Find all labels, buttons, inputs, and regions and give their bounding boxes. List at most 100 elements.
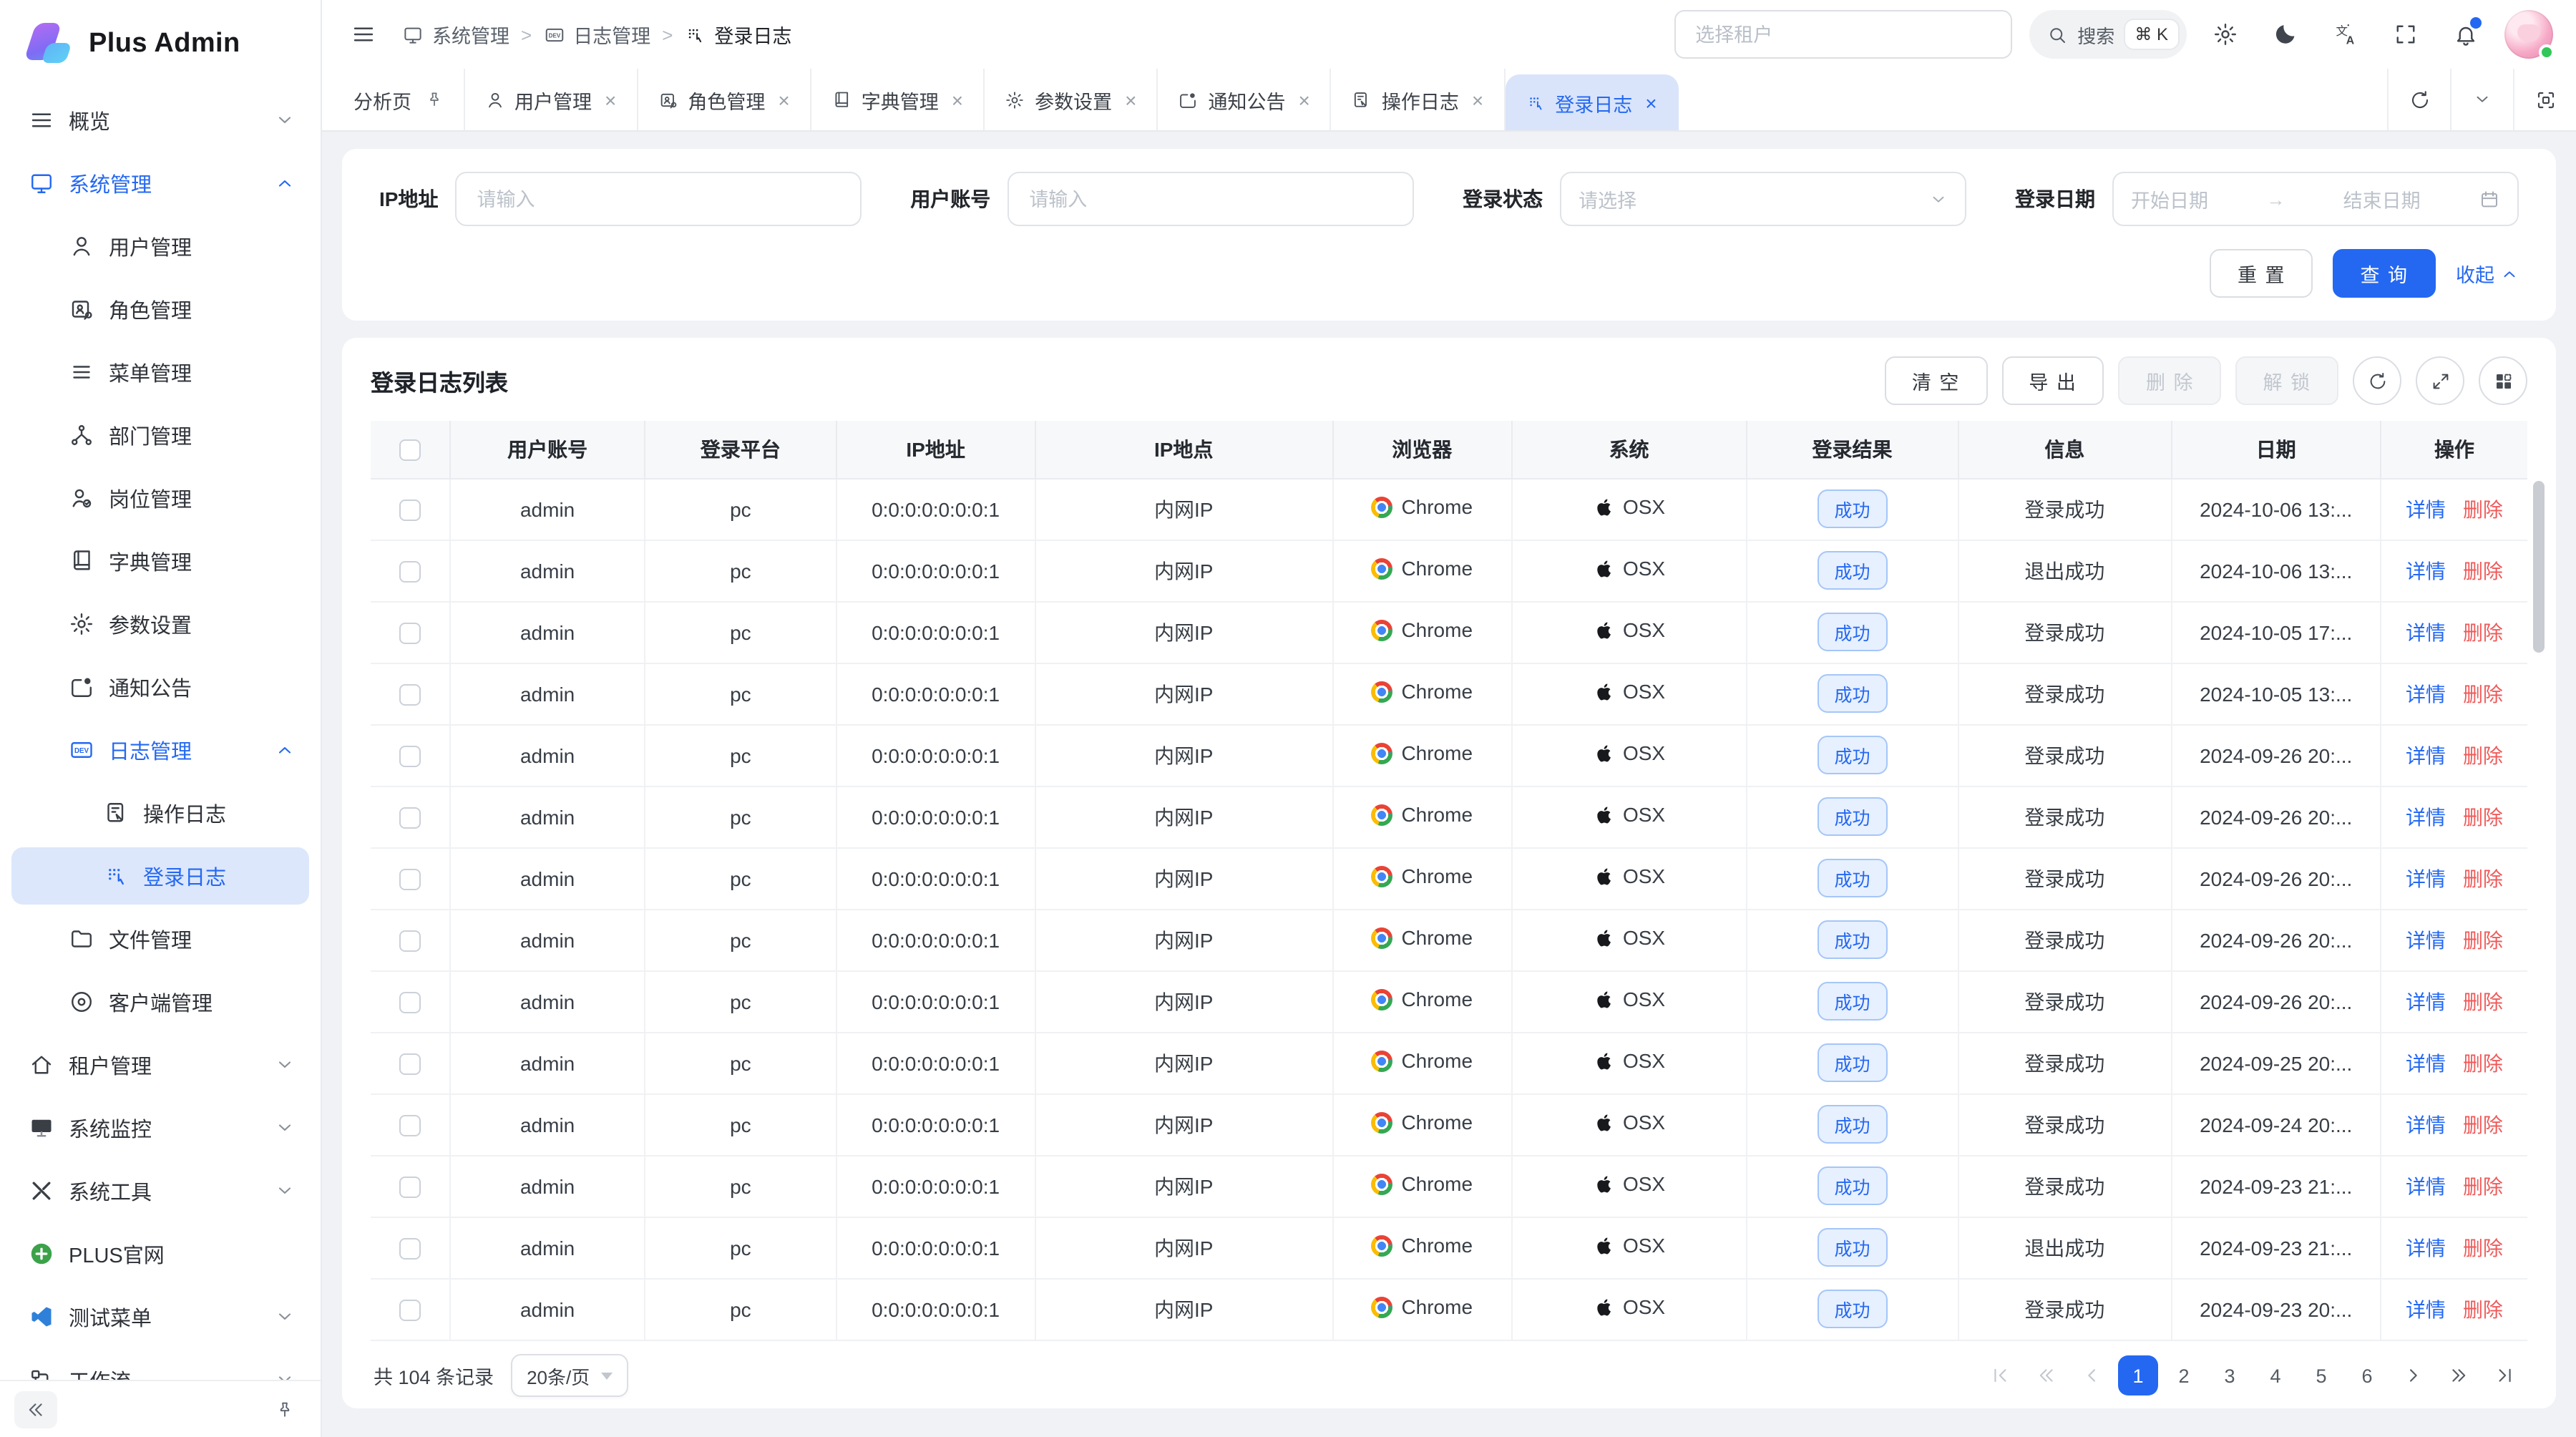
date-range-picker[interactable]: 开始日期 → 结束日期 xyxy=(2112,172,2519,226)
table-scrollbar[interactable] xyxy=(2533,481,2545,653)
delete-link[interactable]: 删除 xyxy=(2463,1297,2503,1320)
tab-menu-button[interactable] xyxy=(2450,69,2513,130)
sidebar-item-租户管理[interactable]: 租户管理 xyxy=(11,1036,309,1093)
row-checkbox[interactable] xyxy=(399,992,421,1013)
clear-button[interactable]: 清 空 xyxy=(1885,356,1988,405)
page-button-4[interactable]: 4 xyxy=(2255,1356,2296,1396)
row-checkbox[interactable] xyxy=(399,561,421,583)
delete-link[interactable]: 删除 xyxy=(2463,990,2503,1013)
row-checkbox[interactable] xyxy=(399,1053,421,1075)
detail-link[interactable]: 详情 xyxy=(2406,1236,2446,1259)
delete-link[interactable]: 删除 xyxy=(2463,620,2503,643)
row-checkbox[interactable] xyxy=(399,1238,421,1260)
detail-link[interactable]: 详情 xyxy=(2406,805,2446,828)
collapse-filters-link[interactable]: 收起 xyxy=(2456,259,2519,288)
sidebar-item-系统工具[interactable]: 系统工具 xyxy=(11,1162,309,1219)
tab-操作日志[interactable]: 操作日志× xyxy=(1332,69,1505,130)
sidebar-item-客户端管理[interactable]: 客户端管理 xyxy=(11,973,309,1031)
page-button-2[interactable]: 2 xyxy=(2164,1356,2204,1396)
jump-back-button[interactable] xyxy=(2026,1356,2067,1396)
jump-forward-button[interactable] xyxy=(2439,1356,2479,1396)
select-all-checkbox[interactable] xyxy=(399,439,421,461)
row-checkbox[interactable] xyxy=(399,1300,421,1321)
sidebar-item-系统监控[interactable]: 系统监控 xyxy=(11,1099,309,1156)
delete-link[interactable]: 删除 xyxy=(2463,1051,2503,1074)
detail-link[interactable]: 详情 xyxy=(2406,682,2446,705)
menu-toggle-button[interactable] xyxy=(342,13,385,56)
delete-link[interactable]: 删除 xyxy=(2463,805,2503,828)
user-avatar[interactable] xyxy=(2504,10,2553,59)
next-page-button[interactable] xyxy=(2393,1356,2433,1396)
sidebar-item-菜单管理[interactable]: 菜单管理 xyxy=(11,344,309,401)
tab-用户管理[interactable]: 用户管理× xyxy=(464,69,638,130)
tenant-select-input[interactable] xyxy=(1692,22,1993,47)
first-page-button[interactable] xyxy=(1981,1356,2021,1396)
sidebar-item-部门管理[interactable]: 部门管理 xyxy=(11,406,309,464)
reset-button[interactable]: 重 置 xyxy=(2210,249,2313,298)
unlock-button[interactable]: 解 锁 xyxy=(2235,356,2338,405)
app-logo[interactable]: Plus Admin xyxy=(0,0,321,89)
delete-link[interactable]: 删除 xyxy=(2463,682,2503,705)
fullscreen-button[interactable] xyxy=(2384,13,2427,56)
delete-link[interactable]: 删除 xyxy=(2463,559,2503,582)
tab-角色管理[interactable]: 角色管理× xyxy=(638,69,811,130)
breadcrumb-item-日志管理[interactable]: DEV日志管理 xyxy=(543,20,650,49)
table-refresh-button[interactable] xyxy=(2353,356,2401,405)
detail-link[interactable]: 详情 xyxy=(2406,990,2446,1013)
close-icon[interactable]: × xyxy=(952,89,963,109)
row-checkbox[interactable] xyxy=(399,807,421,829)
delete-link[interactable]: 删除 xyxy=(2463,744,2503,766)
global-search-button[interactable]: 搜索 ⌘ K xyxy=(2029,10,2187,59)
settings-button[interactable] xyxy=(2204,13,2247,56)
delete-link[interactable]: 删除 xyxy=(2463,928,2503,951)
row-checkbox[interactable] xyxy=(399,1115,421,1136)
breadcrumb-item-系统管理[interactable]: 系统管理 xyxy=(402,20,509,49)
row-checkbox[interactable] xyxy=(399,684,421,706)
column-settings-button[interactable] xyxy=(2479,356,2527,405)
page-button-6[interactable]: 6 xyxy=(2347,1356,2387,1396)
row-checkbox[interactable] xyxy=(399,930,421,952)
sidebar-item-登录日志[interactable]: 登录日志 xyxy=(11,847,309,905)
sidebar-item-工作流[interactable]: 工作流 xyxy=(11,1351,309,1380)
tab-字典管理[interactable]: 字典管理× xyxy=(811,69,985,130)
row-checkbox[interactable] xyxy=(399,623,421,644)
page-button-1[interactable]: 1 xyxy=(2118,1356,2158,1396)
row-checkbox[interactable] xyxy=(399,746,421,767)
sidebar-item-概览[interactable]: 概览 xyxy=(11,92,309,149)
sidebar-item-PLUS官网[interactable]: PLUS官网 xyxy=(11,1225,309,1282)
delete-link[interactable]: 删除 xyxy=(2463,497,2503,520)
table-expand-button[interactable] xyxy=(2416,356,2464,405)
tab-refresh-button[interactable] xyxy=(2387,69,2450,130)
delete-link[interactable]: 删除 xyxy=(2463,1174,2503,1197)
detail-link[interactable]: 详情 xyxy=(2406,1297,2446,1320)
sidebar-collapse-button[interactable] xyxy=(14,1390,57,1428)
detail-link[interactable]: 详情 xyxy=(2406,744,2446,766)
last-page-button[interactable] xyxy=(2484,1356,2524,1396)
sidebar-item-日志管理[interactable]: DEV日志管理 xyxy=(11,721,309,779)
close-icon[interactable]: × xyxy=(605,89,616,109)
breadcrumb-item-登录日志[interactable]: 登录日志 xyxy=(684,20,791,49)
detail-link[interactable]: 详情 xyxy=(2406,559,2446,582)
sidebar-item-系统管理[interactable]: 系统管理 xyxy=(11,155,309,212)
sidebar-item-用户管理[interactable]: 用户管理 xyxy=(11,218,309,275)
status-select[interactable]: 请选择 xyxy=(1560,172,1966,226)
export-button[interactable]: 导 出 xyxy=(2001,356,2104,405)
query-button[interactable]: 查 询 xyxy=(2333,249,2436,298)
sidebar-item-参数设置[interactable]: 参数设置 xyxy=(11,595,309,653)
sidebar-item-操作日志[interactable]: 操作日志 xyxy=(11,784,309,842)
delete-link[interactable]: 删除 xyxy=(2463,867,2503,890)
tab-参数设置[interactable]: 参数设置× xyxy=(985,69,1158,130)
row-checkbox[interactable] xyxy=(399,1177,421,1198)
sidebar-item-角色管理[interactable]: 角色管理 xyxy=(11,281,309,338)
delete-link[interactable]: 删除 xyxy=(2463,1113,2503,1136)
tab-分析页[interactable]: 分析页 xyxy=(333,69,464,130)
sidebar-item-岗位管理[interactable]: 岗位管理 xyxy=(11,469,309,527)
detail-link[interactable]: 详情 xyxy=(2406,1051,2446,1074)
close-icon[interactable]: × xyxy=(1299,89,1310,109)
sidebar-item-字典管理[interactable]: 字典管理 xyxy=(11,532,309,590)
close-icon[interactable]: × xyxy=(1645,92,1657,112)
row-checkbox[interactable] xyxy=(399,500,421,521)
close-icon[interactable]: × xyxy=(1125,89,1136,109)
detail-link[interactable]: 详情 xyxy=(2406,620,2446,643)
sidebar-item-文件管理[interactable]: 文件管理 xyxy=(11,910,309,968)
